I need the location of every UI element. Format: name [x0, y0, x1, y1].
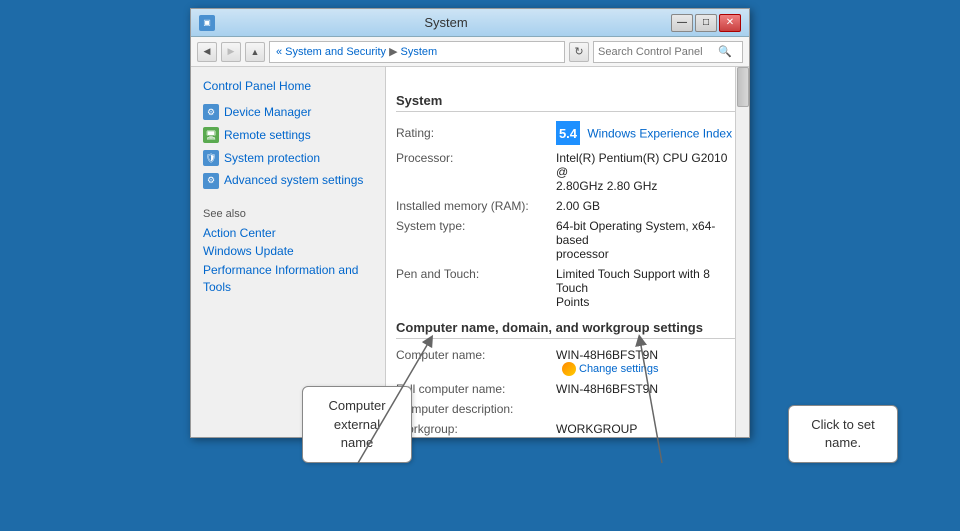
system-type-value: 64-bit Operating System, x64-based proce…: [556, 219, 739, 261]
search-box[interactable]: 🔍: [593, 41, 743, 63]
maximize-button[interactable]: □: [695, 14, 717, 32]
sidebar-item-label-remote: Remote settings: [224, 127, 311, 144]
search-input[interactable]: [598, 46, 718, 58]
ram-row: Installed memory (RAM): 2.00 GB: [396, 196, 739, 216]
sidebar-item-label-protect: System protection: [224, 150, 320, 167]
up-button[interactable]: ▲: [245, 42, 265, 62]
system-section-title: System: [396, 93, 739, 112]
pen-touch-label: Pen and Touch:: [396, 267, 556, 281]
system-window: ▣ System — □ ✕ ◀ ▶ ▲ « System and Securi…: [190, 8, 750, 438]
workgroup-label: Workgroup:: [396, 422, 556, 436]
forward-button[interactable]: ▶: [221, 42, 241, 62]
system-protection-icon: 🛡: [203, 150, 219, 166]
window-title: System: [221, 15, 671, 30]
device-manager-icon: ⚙: [203, 104, 219, 120]
processor-value: Intel(R) Pentium(R) CPU G2010 @ 2.80GHz …: [556, 151, 739, 193]
ram-value: 2.00 GB: [556, 199, 739, 213]
workgroup-row: Workgroup: WORKGROUP: [396, 419, 739, 437]
close-button[interactable]: ✕: [719, 14, 741, 32]
title-bar: ▣ System — □ ✕: [191, 9, 749, 37]
full-computer-name-label: Full computer name:: [396, 382, 556, 396]
action-center-link[interactable]: Action Center: [191, 224, 385, 242]
processor-row: Processor: Intel(R) Pentium(R) CPU G2010…: [396, 148, 739, 196]
sidebar-item-device-manager[interactable]: ⚙ Device Manager: [191, 101, 385, 124]
breadcrumb-sep: ▶: [389, 45, 397, 58]
address-path[interactable]: « System and Security ▶ System: [269, 41, 565, 63]
computer-name-value: WIN-48H6BFST9N Change settings: [556, 348, 739, 376]
perf-info-link[interactable]: Performance Information and Tools: [191, 260, 385, 298]
sidebar-item-system-protection[interactable]: 🛡 System protection: [191, 147, 385, 170]
windows-update-link[interactable]: Windows Update: [191, 242, 385, 260]
scroll-track[interactable]: [735, 67, 749, 437]
callout-click-to-set-name: Click to set name.: [788, 405, 898, 463]
computer-section-title: Computer name, domain, and workgroup set…: [396, 320, 739, 339]
processor-label: Processor:: [396, 151, 556, 165]
wie-link[interactable]: Windows Experience Index: [587, 127, 732, 141]
sidebar-item-label-advanced: Advanced system settings: [224, 172, 363, 189]
system-type-row: System type: 64-bit Operating System, x6…: [396, 216, 739, 264]
rating-value-area: 5.4 Windows Experience Index: [556, 121, 739, 145]
see-also-label: See also: [191, 204, 385, 224]
window-icon: ▣: [199, 15, 215, 31]
rating-badge: 5.4: [556, 121, 580, 145]
window-controls: — □ ✕: [671, 14, 741, 32]
minimize-button[interactable]: —: [671, 14, 693, 32]
system-type-label: System type:: [396, 219, 556, 233]
sidebar-item-advanced-system[interactable]: ⚙ Advanced system settings: [191, 169, 385, 192]
sidebar-item-remote-settings[interactable]: 🖥 Remote settings: [191, 124, 385, 147]
sidebar-item-label-device: Device Manager: [224, 104, 311, 121]
content-area: System Rating: 5.4 Windows Experience In…: [386, 67, 749, 437]
back-button[interactable]: ◀: [197, 42, 217, 62]
full-computer-name-row: Full computer name: WIN-48H6BFST9N: [396, 379, 739, 399]
breadcrumb-system-security[interactable]: « System and Security: [276, 46, 386, 58]
workgroup-value: WORKGROUP: [556, 422, 739, 436]
search-icon: 🔍: [718, 45, 732, 58]
computer-desc-row: Computer description:: [396, 399, 739, 419]
ram-label: Installed memory (RAM):: [396, 199, 556, 213]
change-settings-link[interactable]: Change settings: [562, 362, 739, 376]
change-settings-icon: [562, 362, 576, 376]
computer-name-row: Computer name: WIN-48H6BFST9N Change set…: [396, 345, 739, 379]
remote-settings-icon: 🖥: [203, 127, 219, 143]
breadcrumb-system[interactable]: System: [401, 46, 438, 58]
scroll-thumb[interactable]: [737, 67, 749, 107]
sidebar: Control Panel Home ⚙ Device Manager 🖥 Re…: [191, 67, 386, 437]
sidebar-home[interactable]: Control Panel Home: [191, 75, 385, 101]
pen-touch-row: Pen and Touch: Limited Touch Support wit…: [396, 264, 739, 312]
main-layout: Control Panel Home ⚙ Device Manager 🖥 Re…: [191, 67, 749, 437]
refresh-button[interactable]: ↻: [569, 42, 589, 62]
computer-desc-label: Computer description:: [396, 402, 556, 416]
advanced-system-icon: ⚙: [203, 173, 219, 189]
callout-left-text: Computer external name: [328, 398, 385, 449]
rating-label: Rating:: [396, 126, 556, 140]
callout-right-text: Click to set name.: [811, 417, 875, 450]
computer-name-label: Computer name:: [396, 348, 556, 362]
rating-row: Rating: 5.4 Windows Experience Index: [396, 118, 739, 148]
callout-computer-external-name: Computer external name: [302, 386, 412, 463]
address-bar: ◀ ▶ ▲ « System and Security ▶ System ↻ 🔍: [191, 37, 749, 67]
full-computer-name-value: WIN-48H6BFST9N: [556, 382, 739, 396]
pen-touch-value: Limited Touch Support with 8 Touch Point…: [556, 267, 739, 309]
